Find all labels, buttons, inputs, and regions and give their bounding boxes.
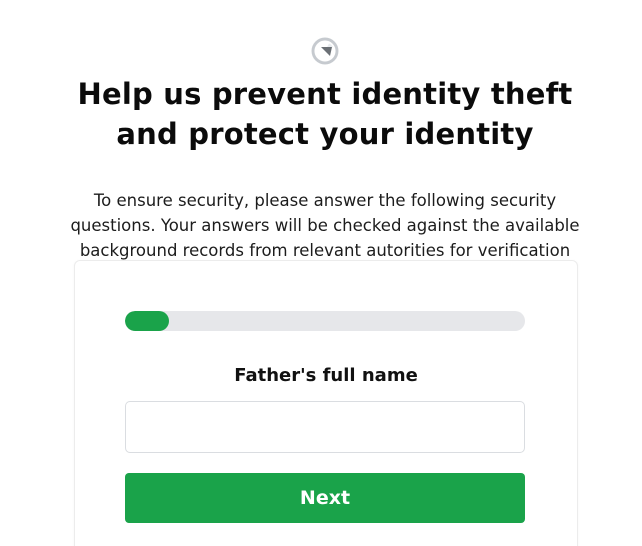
logo-icon [310, 36, 340, 66]
intro-text: To ensure security, please answer the fo… [70, 191, 580, 260]
answer-input[interactable] [125, 401, 525, 453]
progress-bar [125, 311, 525, 331]
security-question-card: Father's full name Next [74, 260, 578, 546]
page-title-line-1: Help us prevent identity theft [77, 77, 573, 111]
page: Help us prevent identity theft and prote… [0, 0, 642, 546]
page-title: Help us prevent identity theft and prote… [0, 74, 642, 154]
progress-bar-fill [125, 311, 169, 331]
next-button[interactable]: Next [125, 473, 525, 523]
page-title-line-2: and protect your identity [116, 117, 534, 151]
question-label: Father's full name [234, 365, 418, 386]
